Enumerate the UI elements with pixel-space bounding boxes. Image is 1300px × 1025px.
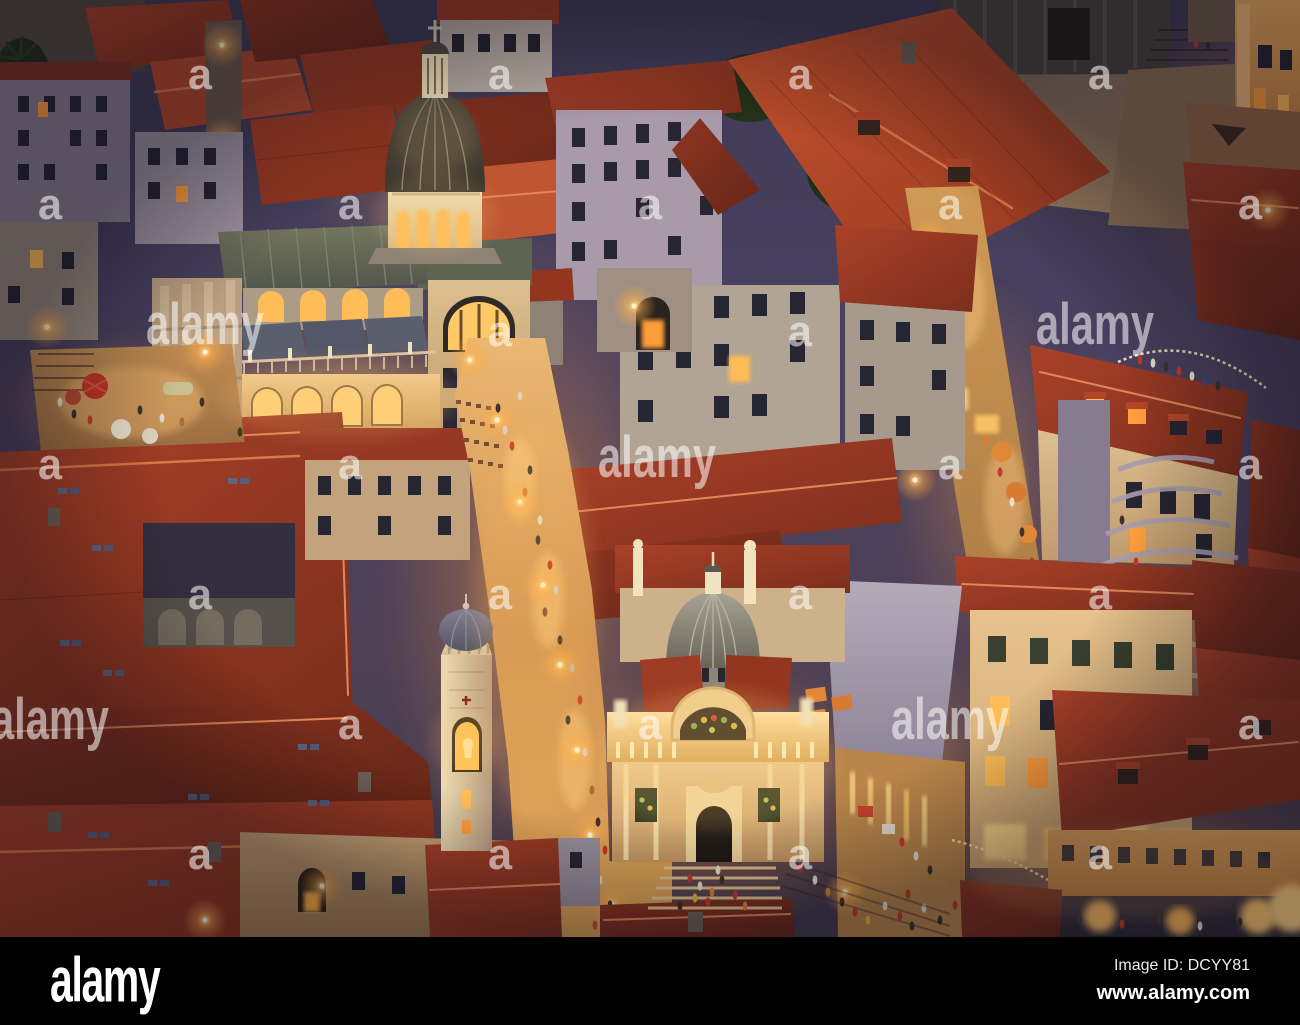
alamy-stock-photo-page: a a a a a a a a a a a a a a a a a a a a a a a a a a alamy alamy alam… — [0, 0, 1300, 1025]
alamy-logo: alamy — [50, 945, 161, 1016]
alamy-url-text: www.alamy.com — [1096, 982, 1250, 1004]
footer-meta: Image ID: DCYY81 www.alamy.com — [1097, 957, 1250, 1005]
dubrovnik-night-photo — [0, 0, 1300, 937]
vignette — [0, 0, 1300, 937]
alamy-footer-bar: alamy Image ID: DCYY81 www.alamy.com — [0, 937, 1300, 1025]
image-id-text: Image ID: DCYY81 — [1113, 957, 1250, 974]
cityscape-svg — [0, 0, 1300, 937]
